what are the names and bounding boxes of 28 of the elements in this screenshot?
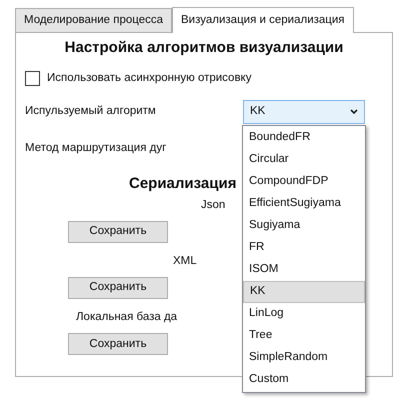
checkbox-label: Использовать асинхронную отрисовку [47, 70, 252, 86]
dropdown-option[interactable]: LinLog [243, 303, 365, 325]
field-label: Испульзуемый алгоритм [25, 104, 157, 120]
dropdown-option[interactable]: FR [243, 237, 365, 259]
format-label: Json [201, 198, 226, 212]
dropdown-option[interactable]: Sugiyama [243, 215, 365, 237]
dropdown-option[interactable]: KK [243, 281, 365, 303]
save-button[interactable]: Сохранить [68, 220, 168, 243]
field-label: Метод маршрутизация дуг [25, 140, 168, 156]
section-title: Сериализация [129, 174, 236, 194]
checkbox[interactable] [25, 70, 40, 86]
dropdown-option[interactable]: Custom [243, 369, 365, 391]
tab[interactable]: Моделирование процесса [15, 8, 172, 32]
section-title: Настройка алгоритмов визуализации [64, 38, 344, 58]
dropdown-option[interactable]: CompoundFDP [243, 171, 365, 193]
chevron-down-icon [350, 108, 358, 115]
format-label: XML [173, 254, 197, 269]
tab[interactable]: Визуализация и сериализация [172, 7, 354, 33]
save-button[interactable]: Сохранить [68, 333, 168, 356]
dropdown-option[interactable]: ISOM [243, 259, 365, 281]
save-button[interactable]: Сохранить [68, 277, 168, 299]
dropdown-option[interactable]: Circular [243, 149, 365, 171]
dropdown-option[interactable]: Tree [243, 325, 365, 347]
dropdown-option[interactable]: EfficientSugiyama [243, 193, 365, 215]
algorithm-dropdown[interactable]: KK [243, 100, 365, 124]
dropdown-option[interactable]: SimpleRandom [243, 347, 365, 369]
dropdown-option[interactable]: BoundedFR [243, 127, 365, 149]
format-label: Локальная база да [76, 310, 178, 325]
